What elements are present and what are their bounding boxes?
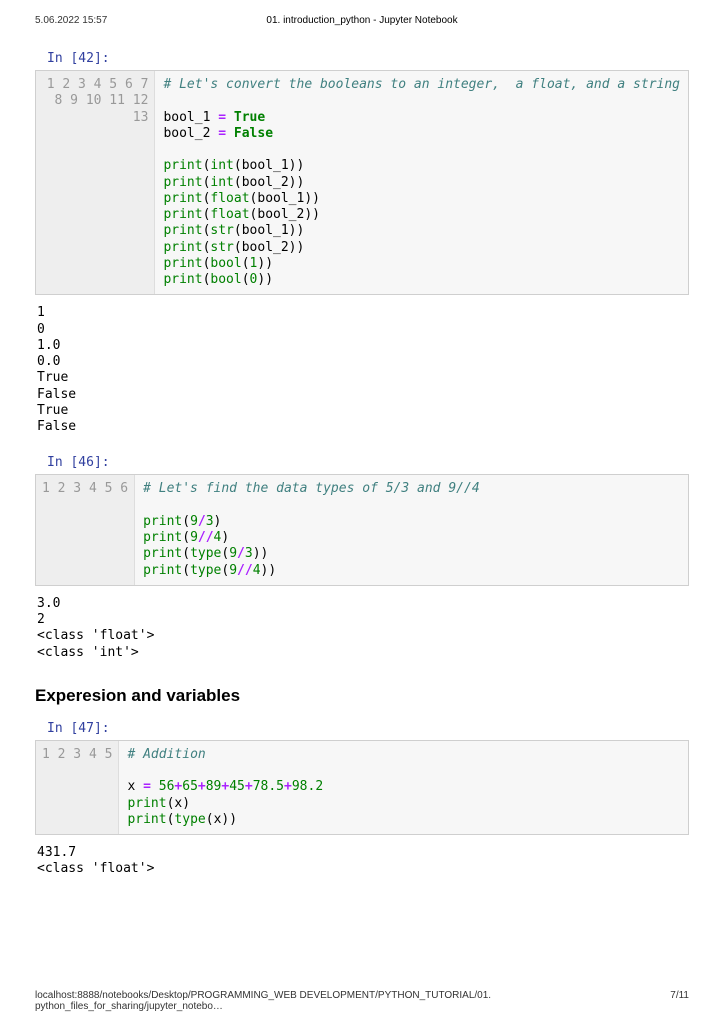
cell-output-47: 431.7 <class 'float'> — [37, 845, 689, 878]
code-token: x — [127, 779, 143, 794]
code-token: // — [198, 530, 214, 545]
code-token: )) — [221, 812, 237, 827]
cell-prompt-42: In [42]: — [47, 51, 689, 66]
code-token: 56 — [151, 779, 174, 794]
code-cell-46[interactable]: 1 2 3 4 5 6 # Let's find the data types … — [35, 474, 689, 586]
code-cell-42[interactable]: 1 2 3 4 5 6 7 8 9 10 11 12 13 # Let's co… — [35, 70, 689, 295]
header-title: 01. introduction_python - Jupyter Notebo… — [266, 15, 457, 26]
code-token: ( — [182, 514, 190, 529]
code-token: int — [210, 175, 233, 190]
code-comment: # Let's convert the booleans to an integ… — [163, 77, 680, 92]
footer-page: 7/11 — [670, 990, 689, 1012]
code-token: type — [174, 812, 205, 827]
code-token: 9 — [190, 530, 198, 545]
code-token: 3 — [245, 546, 253, 561]
code-token: = — [218, 126, 226, 141]
code-token: )) — [257, 256, 273, 271]
code-token: + — [245, 779, 253, 794]
code-token: 3 — [206, 514, 214, 529]
code-token: print — [143, 530, 182, 545]
code-token: str — [210, 223, 233, 238]
code-token: print — [143, 514, 182, 529]
code-token: ( — [242, 272, 250, 287]
code-token: ( — [182, 530, 190, 545]
code-token: print — [127, 812, 166, 827]
code-token: print — [127, 796, 166, 811]
code-token: = — [143, 779, 151, 794]
code-comment: # Addition — [127, 747, 205, 762]
code-token: 65 — [182, 779, 198, 794]
code-token: ) — [214, 514, 222, 529]
code-token: )) — [261, 563, 277, 578]
print-footer: localhost:8888/notebooks/Desktop/PROGRAM… — [35, 990, 689, 1012]
code-token: bool — [210, 272, 241, 287]
code-token: // — [237, 563, 253, 578]
code-token: + — [284, 779, 292, 794]
code-token: type — [190, 546, 221, 561]
cell-prompt-46: In [46]: — [47, 455, 689, 470]
code-token: + — [198, 779, 206, 794]
code-token: False — [226, 126, 273, 141]
code-token: bool_2 — [163, 126, 218, 141]
code-token: print — [163, 256, 202, 271]
code-token: ( — [182, 546, 190, 561]
line-gutter: 1 2 3 4 5 — [36, 741, 119, 834]
code-token: (bool_1)) — [250, 191, 320, 206]
code-token: 9 — [229, 563, 237, 578]
code-token: print — [163, 223, 202, 238]
code-token: ( — [242, 256, 250, 271]
footer-url: localhost:8888/notebooks/Desktop/PROGRAM… — [35, 990, 670, 1012]
section-heading: Experesion and variables — [35, 686, 689, 706]
code-token: 45 — [229, 779, 245, 794]
code-token: print — [163, 240, 202, 255]
code-token: bool_1 — [163, 110, 218, 125]
code-token: = — [218, 110, 226, 125]
code-token: )) — [253, 546, 269, 561]
code-token: (bool_2)) — [234, 175, 304, 190]
code-token: )) — [257, 272, 273, 287]
cell-output-42: 1 0 1.0 0.0 True False True False — [37, 305, 689, 435]
code-token: / — [198, 514, 206, 529]
code-content[interactable]: # Let's convert the booleans to an integ… — [155, 71, 688, 294]
code-token: ( — [206, 812, 214, 827]
code-token: / — [237, 546, 245, 561]
code-token: (bool_1)) — [234, 158, 304, 173]
code-token: ) — [182, 796, 190, 811]
code-token: float — [210, 191, 249, 206]
code-token: print — [163, 272, 202, 287]
code-token: str — [210, 240, 233, 255]
code-token: ( — [182, 563, 190, 578]
code-token: print — [163, 207, 202, 222]
code-token: float — [210, 207, 249, 222]
cell-prompt-47: In [47]: — [47, 721, 689, 736]
code-token: ) — [221, 530, 229, 545]
code-token: (bool_1)) — [234, 223, 304, 238]
code-token: bool — [210, 256, 241, 271]
code-token: (bool_2)) — [250, 207, 320, 222]
code-token: 98.2 — [292, 779, 323, 794]
code-token: 78.5 — [253, 779, 284, 794]
line-gutter: 1 2 3 4 5 6 — [36, 475, 135, 585]
code-content[interactable]: # Addition x = 56+65+89+45+78.5+98.2 pri… — [119, 741, 688, 834]
code-token: 89 — [206, 779, 222, 794]
code-comment: # Let's find the data types of 5/3 and 9… — [143, 481, 480, 496]
code-token: 4 — [253, 563, 261, 578]
code-token: print — [163, 175, 202, 190]
code-token: print — [143, 563, 182, 578]
line-gutter: 1 2 3 4 5 6 7 8 9 10 11 12 13 — [36, 71, 155, 294]
code-token: print — [163, 191, 202, 206]
code-token: True — [226, 110, 265, 125]
code-token: (bool_2)) — [234, 240, 304, 255]
code-token: type — [190, 563, 221, 578]
code-token: int — [210, 158, 233, 173]
cell-output-46: 3.0 2 <class 'float'> <class 'int'> — [37, 596, 689, 661]
code-token: print — [163, 158, 202, 173]
code-content[interactable]: # Let's find the data types of 5/3 and 9… — [135, 475, 688, 585]
code-token: 9 — [229, 546, 237, 561]
code-token: print — [143, 546, 182, 561]
code-cell-47[interactable]: 1 2 3 4 5 # Addition x = 56+65+89+45+78.… — [35, 740, 689, 835]
code-token: 9 — [190, 514, 198, 529]
header-date: 5.06.2022 15:57 — [35, 15, 107, 26]
